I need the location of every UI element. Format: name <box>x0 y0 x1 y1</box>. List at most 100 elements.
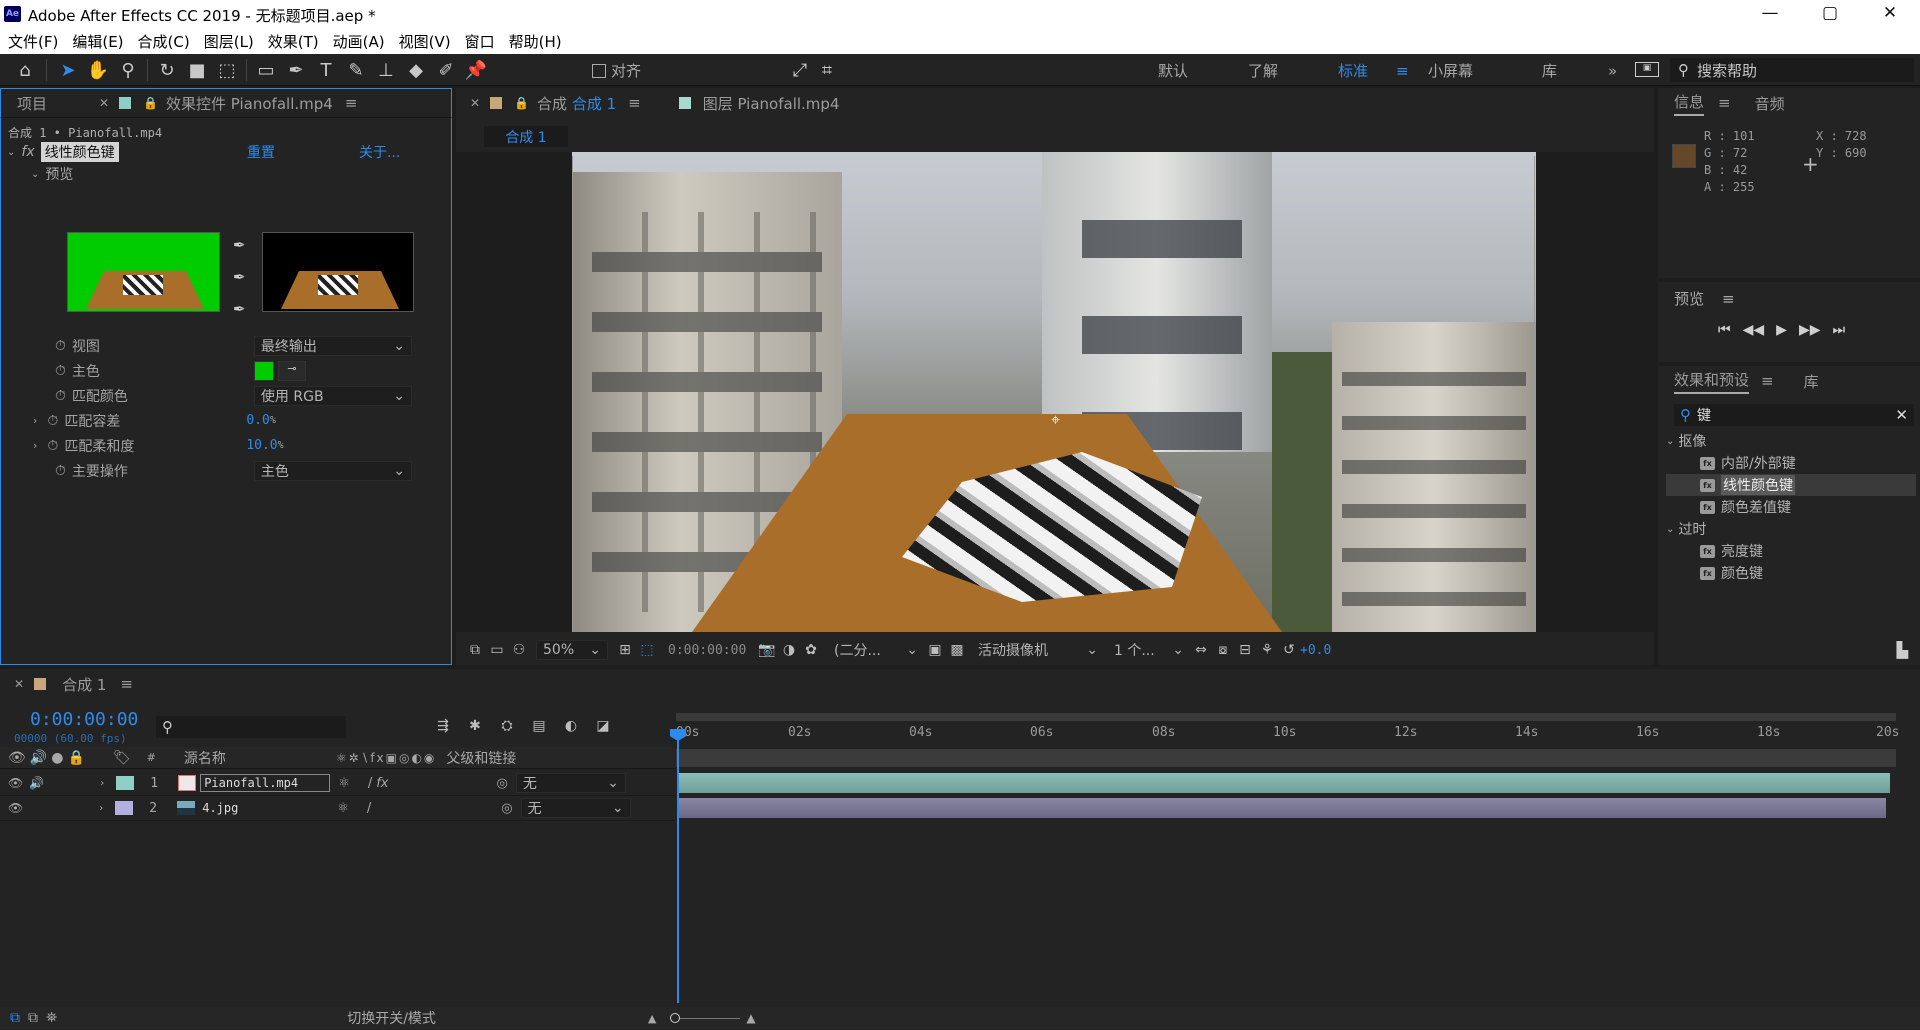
parent-dropdown[interactable]: 无 ⌄ <box>515 773 626 793</box>
workspace-menu-icon[interactable]: ≡ <box>1396 62 1428 80</box>
quality-switch-icon[interactable]: / <box>368 776 372 791</box>
sync-settings-icon[interactable]: ▣ <box>1635 62 1659 77</box>
toggle-switches-modes[interactable]: 切换开关/模式 <box>347 1008 436 1028</box>
draft-3d-icon[interactable]: ✱ <box>464 715 486 737</box>
tab-project[interactable]: 项目 <box>17 93 47 114</box>
close-tab-icon[interactable]: ✕ <box>99 96 109 110</box>
snapshot-icon[interactable]: 📷 <box>756 639 778 661</box>
effects-search-field[interactable]: ⚲ 键 ✕ <box>1674 404 1914 426</box>
frame-blending-icon[interactable]: ▤ <box>528 715 550 737</box>
menu-edit[interactable]: 编辑(E) <box>72 31 123 52</box>
stopwatch-icon[interactable]: ⏱ <box>55 338 66 354</box>
stopwatch-icon[interactable]: ⏱ <box>55 363 66 379</box>
zoom-tool-icon[interactable]: ⚲ <box>113 55 143 85</box>
label-column-icon[interactable]: 🏷 <box>113 750 131 766</box>
rectangle-tool-icon[interactable]: ▭ <box>251 55 281 85</box>
home-icon[interactable]: ⌂ <box>10 55 40 85</box>
fx-icon[interactable]: fx <box>21 144 34 160</box>
zoom-in-icon[interactable]: ▲ <box>746 1011 755 1025</box>
visibility-icon[interactable]: 👁 <box>8 776 23 790</box>
safe-zones-icon[interactable]: ⊞ <box>614 639 636 661</box>
transfer-controls-toggle-icon[interactable]: ⧉ <box>28 1010 38 1026</box>
first-frame-icon[interactable]: ⏮ <box>1718 322 1731 338</box>
workspace-library[interactable]: 库 <box>1542 60 1608 81</box>
panel-menu-icon[interactable]: ≡ <box>1722 290 1735 308</box>
collapse-switch-icon[interactable]: ⚛ <box>338 776 350 791</box>
layer-label-color[interactable] <box>115 801 134 815</box>
close-tab-icon[interactable]: ✕ <box>14 677 24 691</box>
tab-effects-presets[interactable]: 效果和预设 <box>1674 369 1750 394</box>
quality-switch-icon[interactable]: / <box>367 801 371 816</box>
text-tool-icon[interactable]: T <box>311 55 341 85</box>
last-frame-icon[interactable]: ⏭ <box>1832 322 1845 338</box>
pick-whip-icon[interactable]: ◎ <box>497 776 508 791</box>
snap-icon[interactable]: ⤢ <box>785 55 815 85</box>
effect-item-color-key[interactable]: fx 颜色键 <box>1666 562 1916 584</box>
panel-menu-icon[interactable]: ≡ <box>1761 372 1774 390</box>
tab-layer[interactable]: 图层 Pianofall.mp4 <box>703 93 840 114</box>
flowchart-icon[interactable]: ⚘ <box>1256 639 1278 661</box>
menu-window[interactable]: 窗口 <box>465 31 495 52</box>
key-color-eyedropper-icon[interactable]: ✒ <box>233 236 246 254</box>
effect-switch-icon[interactable]: fx <box>376 776 388 791</box>
zoom-dropdown[interactable]: 50% ⌄ <box>536 640 608 660</box>
lock-icon[interactable]: 🔒 <box>514 96 529 110</box>
key-color-swatch[interactable] <box>253 360 274 381</box>
stopwatch-icon[interactable]: ⏱ <box>55 463 66 479</box>
tab-composition[interactable]: 合成 合成 1 <box>537 93 616 114</box>
stopwatch-icon[interactable]: ⏱ <box>55 388 66 404</box>
motion-blur-icon[interactable]: ◐ <box>560 715 582 737</box>
match-colors-dropdown[interactable]: 使用 RGB ⌄ <box>253 385 412 406</box>
tab-library[interactable]: 库 <box>1804 371 1819 392</box>
zoom-slider-track[interactable] <box>680 1017 741 1019</box>
zoom-out-icon[interactable]: ▲ <box>648 1012 656 1025</box>
parent-link-header[interactable]: 父级和链接 <box>446 748 516 768</box>
expand-layer-icon[interactable]: › <box>99 803 103 814</box>
expand-property-icon[interactable]: › <box>33 414 37 427</box>
work-area-bar[interactable] <box>676 713 1896 721</box>
maximize-icon[interactable]: ▢ <box>1810 3 1850 23</box>
timeline-icon[interactable]: ⊟ <box>1234 639 1256 661</box>
timeline-timecode[interactable]: 0:00:00:00 <box>30 709 138 730</box>
close-icon[interactable]: ✕ <box>1870 3 1910 23</box>
clone-stamp-tool-icon[interactable]: ⊥ <box>371 55 401 85</box>
panel-menu-icon[interactable]: ≡ <box>345 94 358 112</box>
comp-mini-flowchart-icon[interactable]: ⇶ <box>432 715 454 737</box>
preview-monitor-icon[interactable]: ▭ <box>486 639 508 661</box>
workspace-standard[interactable]: 标准 <box>1338 60 1396 81</box>
viewer-canvas-area[interactable]: ⌖ <box>456 152 1654 632</box>
zoom-slider-handle[interactable] <box>670 1013 681 1023</box>
expand-layer-icon[interactable]: › <box>100 778 104 789</box>
expand-effect-icon[interactable]: ⌄ <box>7 147 15 158</box>
about-link[interactable]: 关于... <box>359 142 400 162</box>
exposure-value[interactable]: +0.0 <box>1300 643 1331 658</box>
group-obsolete[interactable]: ⌄ 过时 <box>1666 518 1916 540</box>
tab-audio[interactable]: 音频 <box>1755 93 1785 114</box>
workspace-learn[interactable]: 了解 <box>1248 60 1338 81</box>
toggle-pixel-aspect-icon[interactable]: ⇔ <box>1190 639 1212 661</box>
mask-visibility-icon[interactable]: ⬚ <box>636 639 658 661</box>
snap-grid-icon[interactable]: ⌗ <box>812 55 842 85</box>
anchor-point-icon[interactable]: ⌖ <box>1051 410 1060 430</box>
group-keying[interactable]: ⌄ 抠像 <box>1666 430 1916 452</box>
minimize-icon[interactable]: — <box>1750 3 1790 23</box>
menu-composition[interactable]: 合成(C) <box>138 31 190 52</box>
video-column-icon[interactable]: 👁 <box>8 750 26 766</box>
current-time-display[interactable]: 0:00:00:00 <box>668 643 756 658</box>
timeline-search-field[interactable]: ⚲ <box>156 716 346 738</box>
audio-icon[interactable]: 🔊 <box>29 776 44 790</box>
effect-item-inner-outer-key[interactable]: fx 内部/外部键 <box>1666 452 1916 474</box>
comp-nav-tab[interactable]: 合成 1 <box>484 126 568 147</box>
source-name-header[interactable]: 源名称 <box>184 748 226 768</box>
selection-tool-icon[interactable]: ➤ <box>53 55 83 85</box>
layer-name[interactable]: 4.jpg <box>199 800 329 816</box>
puppet-pin-tool-icon[interactable]: 📌 <box>461 55 491 85</box>
add-color-eyedropper-icon[interactable]: ✒ <box>233 268 246 286</box>
clear-search-icon[interactable]: ✕ <box>1895 406 1908 424</box>
tab-info[interactable]: 信息 <box>1674 91 1705 116</box>
layer-name[interactable]: Pianofall.mp4 <box>200 774 331 792</box>
layer-row[interactable]: 👁 › 2 4.jpg ⚛ / ◎ 无 ⌄ <box>0 796 675 821</box>
playhead-line[interactable] <box>677 733 679 1003</box>
pick-whip-icon[interactable]: ◎ <box>501 801 512 816</box>
menu-layer[interactable]: 图层(L) <box>204 31 254 52</box>
